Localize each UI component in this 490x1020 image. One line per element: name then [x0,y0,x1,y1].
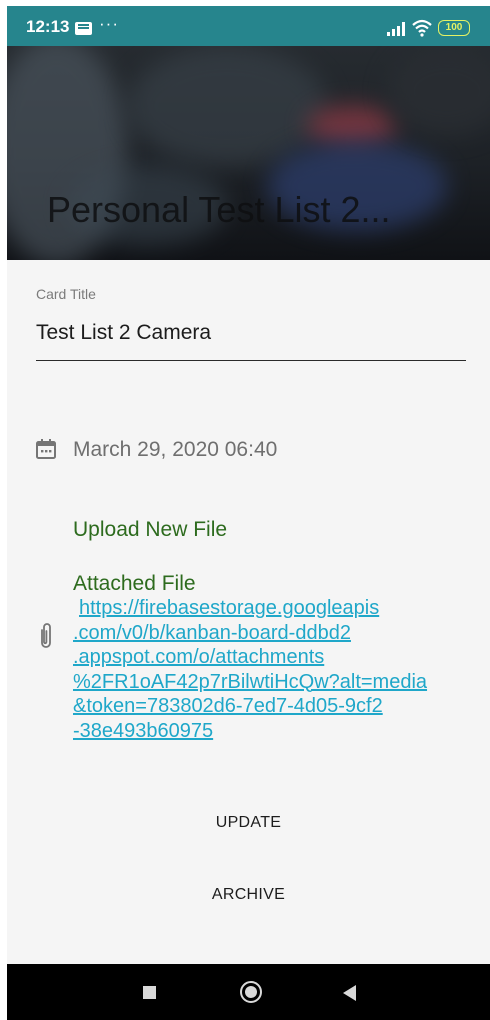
update-button[interactable]: UPDATE [7,814,490,832]
system-navigation-bar [7,964,490,1020]
home-circle-icon[interactable] [240,981,262,1003]
attachment-url-link[interactable]: https://firebasestorage.googleapis .com/… [73,596,483,743]
battery-icon: 100 [438,20,470,36]
message-notification-icon [75,22,92,35]
date-field[interactable]: March 29, 2020 06:40 [73,438,277,462]
wifi-icon [412,19,432,37]
more-notifications-icon: ··· [99,14,119,33]
attached-file-label: Attached File [73,572,196,595]
header-title: Personal Test List 2... [47,189,391,230]
attachment-url-line[interactable]: .com/v0/b/kanban-board-ddbd2 [73,621,483,646]
attachment-url-line[interactable]: .appspot.com/o/attachments [73,645,483,670]
attachment-url-line[interactable]: -38e493b60975 [73,719,483,744]
card-title-input[interactable]: Test List 2 Camera [36,318,466,361]
attachment-url-line[interactable]: https://firebasestorage.googleapis [73,596,483,621]
app-screen: 12:13 ··· 100 Personal Test List 2... Ca… [7,6,490,1020]
calendar-icon[interactable] [35,438,57,460]
attachment-url-line[interactable]: %2FR1oAF42p7rBilwtiHcQw?alt=media [73,670,483,695]
recent-apps-square-icon[interactable] [143,986,156,999]
upload-new-file-link[interactable]: Upload New File [73,518,227,542]
back-triangle-icon[interactable] [343,985,356,1001]
signal-icon [387,22,405,36]
archive-button[interactable]: ARCHIVE [7,886,490,904]
paperclip-icon [41,623,51,648]
attachment-url-line[interactable]: &token=783802d6-7ed7-4d05-9cf2 [73,694,483,719]
card-title-label: Card Title [36,286,96,302]
status-bar: 12:13 ··· 100 [7,6,490,46]
status-time: 12:13 [26,17,70,36]
header-cover-image: Personal Test List 2... [7,46,490,260]
